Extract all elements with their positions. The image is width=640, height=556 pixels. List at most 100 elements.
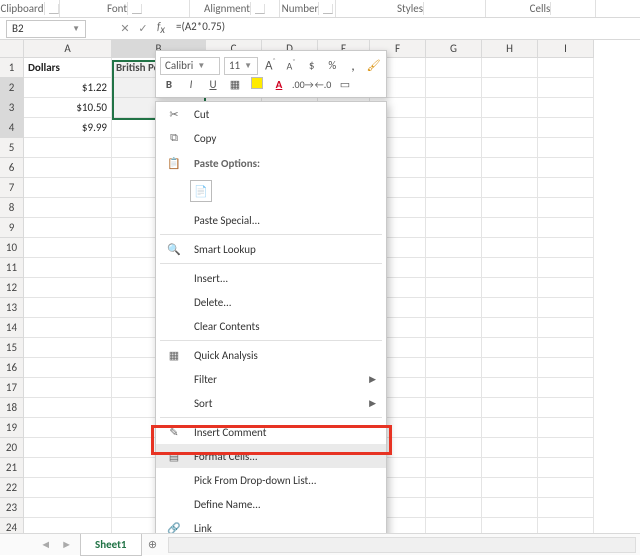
cell[interactable]: [482, 338, 538, 358]
cell[interactable]: [482, 458, 538, 478]
cell[interactable]: $9.99: [24, 118, 112, 138]
menu-sort[interactable]: Sort▶: [156, 391, 386, 415]
cell[interactable]: [426, 318, 482, 338]
row-header[interactable]: 2: [0, 78, 24, 98]
dialog-launcher-icon[interactable]: [49, 4, 59, 14]
row-header[interactable]: 22: [0, 478, 24, 498]
menu-paste-option-keep-source[interactable]: 📄: [156, 174, 386, 208]
cell[interactable]: [24, 138, 112, 158]
cell[interactable]: Dollars: [24, 58, 112, 78]
row-header[interactable]: 13: [0, 298, 24, 318]
cell[interactable]: [482, 478, 538, 498]
cell[interactable]: $1.22: [24, 78, 112, 98]
border-icon[interactable]: ▦: [226, 78, 244, 91]
cell[interactable]: [426, 278, 482, 298]
cell[interactable]: [426, 138, 482, 158]
cell[interactable]: [24, 418, 112, 438]
font-name-combo[interactable]: Calibri▼: [160, 57, 220, 75]
cell[interactable]: [538, 318, 594, 338]
cell[interactable]: [426, 378, 482, 398]
row-header[interactable]: 23: [0, 498, 24, 518]
cell[interactable]: [426, 338, 482, 358]
cell[interactable]: [426, 158, 482, 178]
cell[interactable]: [538, 118, 594, 138]
name-box[interactable]: B2▼: [6, 20, 86, 38]
row-header[interactable]: 6: [0, 158, 24, 178]
cell[interactable]: [426, 458, 482, 478]
accounting-format-icon[interactable]: $: [303, 59, 320, 72]
cell[interactable]: [24, 338, 112, 358]
cell[interactable]: [426, 178, 482, 198]
cell[interactable]: [482, 358, 538, 378]
row-header[interactable]: 8: [0, 198, 24, 218]
row-header[interactable]: 1: [0, 58, 24, 78]
menu-insert-comment[interactable]: ✎Insert Comment: [156, 420, 386, 444]
percent-format-icon[interactable]: %: [324, 59, 341, 72]
format-painter-icon[interactable]: 🖌: [365, 59, 382, 72]
row-header[interactable]: 20: [0, 438, 24, 458]
menu-filter[interactable]: Filter▶: [156, 367, 386, 391]
sheet-tab-active[interactable]: Sheet1: [80, 534, 142, 556]
col-header-H[interactable]: H: [482, 40, 538, 58]
enter-check-icon[interactable]: ✓: [134, 20, 152, 38]
cell[interactable]: [24, 318, 112, 338]
cell[interactable]: [24, 398, 112, 418]
tab-nav[interactable]: ◄►: [0, 538, 80, 551]
row-header[interactable]: 3: [0, 98, 24, 118]
cell[interactable]: [426, 438, 482, 458]
cell[interactable]: [24, 438, 112, 458]
cell[interactable]: [538, 258, 594, 278]
cell[interactable]: [538, 398, 594, 418]
cell[interactable]: $10.50: [24, 98, 112, 118]
row-header[interactable]: 19: [0, 418, 24, 438]
menu-define-name[interactable]: Define Name...: [156, 492, 386, 516]
grow-font-icon[interactable]: Aˆ: [262, 57, 279, 73]
cell[interactable]: [482, 378, 538, 398]
cell[interactable]: [24, 378, 112, 398]
cell[interactable]: [482, 498, 538, 518]
row-header[interactable]: 7: [0, 178, 24, 198]
chevron-down-icon[interactable]: ▼: [72, 24, 80, 34]
col-header-G[interactable]: G: [426, 40, 482, 58]
cell[interactable]: [482, 258, 538, 278]
menu-copy[interactable]: ⧉Copy: [156, 126, 386, 150]
menu-insert[interactable]: Insert...: [156, 266, 386, 290]
increase-decimal-icon[interactable]: .00→: [292, 78, 310, 91]
cell[interactable]: [426, 58, 482, 78]
cell[interactable]: [538, 418, 594, 438]
cell[interactable]: [482, 98, 538, 118]
cell[interactable]: [426, 198, 482, 218]
menu-format-cells[interactable]: ▤Format Cells...: [156, 444, 386, 468]
cell[interactable]: [482, 418, 538, 438]
horizontal-scrollbar[interactable]: [168, 537, 637, 553]
cell[interactable]: [538, 158, 594, 178]
cell[interactable]: [538, 478, 594, 498]
row-header[interactable]: 21: [0, 458, 24, 478]
row-header[interactable]: 15: [0, 338, 24, 358]
cell[interactable]: [24, 258, 112, 278]
cell[interactable]: [482, 118, 538, 138]
font-color-icon[interactable]: A: [270, 78, 288, 91]
menu-paste-special[interactable]: Paste Special...: [156, 208, 386, 232]
cell[interactable]: [538, 58, 594, 78]
cell[interactable]: [482, 298, 538, 318]
cell[interactable]: [426, 478, 482, 498]
cell[interactable]: [482, 438, 538, 458]
dialog-launcher-icon[interactable]: [323, 4, 333, 14]
menu-cut[interactable]: ✂Cut: [156, 102, 386, 126]
new-sheet-button[interactable]: ⊕: [142, 534, 164, 556]
cell[interactable]: [24, 218, 112, 238]
cell[interactable]: [538, 298, 594, 318]
merge-icon[interactable]: ▭: [336, 78, 354, 91]
fill-color-icon[interactable]: [248, 77, 266, 92]
formula-input[interactable]: =(A2*0.75): [170, 20, 640, 38]
cell[interactable]: [426, 398, 482, 418]
cell[interactable]: [482, 278, 538, 298]
col-header-I[interactable]: I: [538, 40, 594, 58]
italic-icon[interactable]: I: [182, 78, 200, 91]
cell[interactable]: [24, 178, 112, 198]
cell[interactable]: [426, 498, 482, 518]
cell[interactable]: [538, 438, 594, 458]
menu-quick-analysis[interactable]: ▦Quick Analysis: [156, 343, 386, 367]
cell[interactable]: [482, 218, 538, 238]
